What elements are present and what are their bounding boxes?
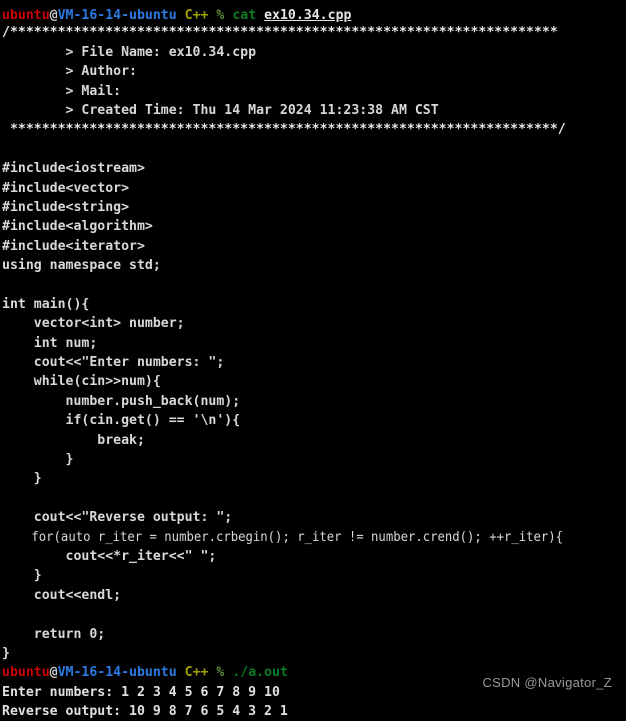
csdn-watermark: CSDN @Navigator_Z <box>482 675 612 690</box>
comment-stars-top-text: ****************************************… <box>9 25 558 41</box>
prompt-user: ubuntu <box>2 8 50 23</box>
comment-stars-bottom: ****************************************… <box>0 120 626 139</box>
comment-author: > Author: <box>2 64 145 80</box>
code-line: #include<string> <box>2 199 130 215</box>
comment-close-slash: / <box>557 122 566 138</box>
code-line: #include<iterator> <box>2 238 145 254</box>
code-line: cout<<endl; <box>2 587 122 603</box>
command-run: ./a.out <box>232 665 288 681</box>
code-line: } <box>2 645 10 661</box>
code-line: int main(){ <box>2 296 90 312</box>
prompt-host: VM-16-14-ubuntu <box>57 665 177 681</box>
code-line: #include<vector> <box>2 180 130 196</box>
prompt-at: @ <box>49 8 58 23</box>
prompt-user: ubuntu <box>2 665 50 681</box>
comment-open-slash: / <box>2 25 10 41</box>
prompt-env: C++ <box>184 665 209 681</box>
code-line: } <box>2 471 42 487</box>
comment-created-time: > Created Time: Thu 14 Mar 2024 11:23:38… <box>2 102 439 118</box>
code-line: cout<<*r_iter<<" "; <box>2 548 217 564</box>
code-line: if(cin.get() == '\n'){ <box>2 413 241 429</box>
prompt-host: VM-16-14-ubuntu <box>57 8 177 23</box>
prompt-line-cat: ubuntu@VM-16-14-ubuntu C++ % cat ex10.34… <box>0 0 626 23</box>
code-line: } <box>2 568 42 584</box>
code-line: return 0; <box>2 626 106 642</box>
output-reverse-values: 10 9 8 7 6 5 4 3 2 1 <box>129 704 288 720</box>
code-line: break; <box>2 432 145 448</box>
code-line-for-loop: for(auto r_iter = number.crbegin(); r_it… <box>1 529 564 545</box>
code-line: cout<<"Enter numbers: "; <box>2 355 225 371</box>
comment-stars-bottom-text: ****************************************… <box>2 122 558 138</box>
code-line: cout<<"Reverse output: "; <box>2 510 233 526</box>
code-line: #include<iostream> <box>2 161 145 177</box>
comment-mail: > Mail: <box>2 83 130 99</box>
command-cat-argument: ex10.34.cpp <box>264 8 352 23</box>
code-line: while(cin>>num){ <box>2 374 161 390</box>
code-line: using namespace std; <box>2 258 161 274</box>
prompt-env: C++ <box>184 8 209 23</box>
output-enter-numbers-values: 1 2 3 4 5 6 7 8 9 10 <box>121 684 280 700</box>
output-enter-numbers-label: Enter numbers: <box>2 684 122 700</box>
terminal-window[interactable]: ubuntu@VM-16-14-ubuntu C++ % cat ex10.34… <box>0 0 626 719</box>
command-cat: cat <box>232 8 257 23</box>
code-line: #include<algorithm> <box>2 219 153 235</box>
comment-stars-top: /***************************************… <box>0 23 626 42</box>
code-line: number.push_back(num); <box>2 393 241 409</box>
output-reverse-label: Reverse output: <box>2 704 130 720</box>
code-line: } <box>2 451 74 467</box>
code-line: int num; <box>2 335 98 351</box>
output-reverse: Reverse output: 10 9 8 7 6 5 4 3 2 1 <box>0 702 626 721</box>
comment-file-name: > File Name: ex10.34.cpp <box>2 44 257 60</box>
code-line: vector<int> number; <box>2 316 185 332</box>
prompt-at: @ <box>49 665 58 681</box>
